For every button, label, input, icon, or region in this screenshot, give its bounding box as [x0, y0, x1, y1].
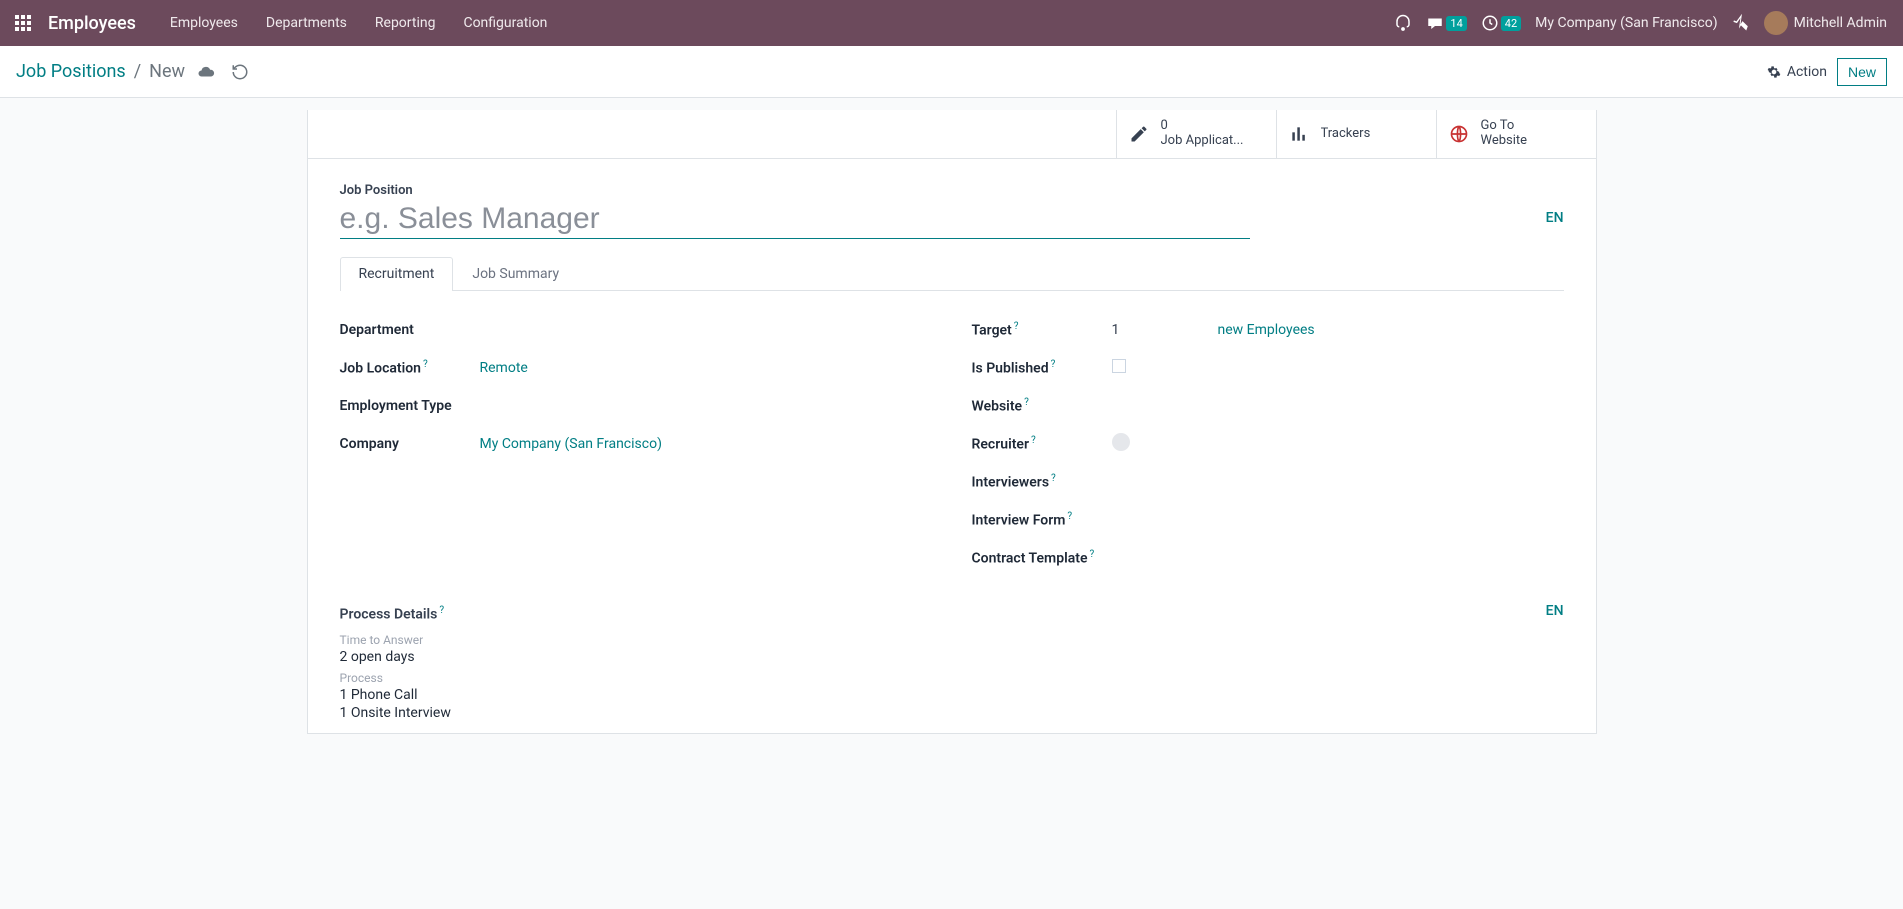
stat-goto-website[interactable]: Go To Website: [1436, 110, 1596, 158]
nav-departments[interactable]: Departments: [252, 0, 361, 46]
label-interviewers: Interviewers?: [972, 473, 1112, 491]
pd-process-label: Process: [340, 671, 1564, 685]
debug-icon[interactable]: [1732, 14, 1750, 32]
form-sheet: 0 Job Applicat... Trackers Go To Websi: [307, 110, 1597, 734]
main-area: 0 Job Applicat... Trackers Go To Websi: [0, 98, 1903, 734]
stat-trackers[interactable]: Trackers: [1276, 110, 1436, 158]
pd-step-1: 1 Phone Call: [340, 687, 1564, 703]
activities-badge: 42: [1501, 16, 1521, 31]
action-label: Action: [1787, 64, 1827, 80]
nav-menu: Employees Departments Reporting Configur…: [156, 0, 562, 46]
systray: 14 42 My Company (San Francisco) Mitchel…: [1394, 11, 1895, 35]
user-menu[interactable]: Mitchell Admin: [1764, 11, 1887, 35]
checkbox-is-published[interactable]: [1112, 359, 1126, 373]
voip-icon[interactable]: [1394, 14, 1412, 32]
help-icon[interactable]: ?: [1051, 359, 1056, 370]
process-lang-toggle[interactable]: EN: [1546, 603, 1564, 619]
goto-line2: Website: [1481, 134, 1528, 149]
recruiter-avatar[interactable]: [1112, 433, 1130, 451]
process-details-heading: Process Details?: [340, 605, 1564, 623]
label-employment-type: Employment Type: [340, 398, 480, 414]
field-company[interactable]: My Company (San Francisco): [480, 436, 662, 452]
tabs: Recruitment Job Summary: [340, 257, 1564, 291]
action-menu[interactable]: Action: [1767, 64, 1827, 80]
nav-employees[interactable]: Employees: [156, 0, 252, 46]
globe-icon: [1447, 122, 1471, 146]
pencil-icon: [1127, 122, 1151, 146]
goto-line1: Go To: [1481, 119, 1528, 134]
company-switcher[interactable]: My Company (San Francisco): [1535, 15, 1717, 31]
label-target: Target?: [972, 321, 1112, 339]
help-icon[interactable]: ?: [1014, 321, 1019, 332]
target-unit: new Employees: [1218, 322, 1315, 338]
nav-configuration[interactable]: Configuration: [449, 0, 561, 46]
tab-recruitment[interactable]: Recruitment: [340, 257, 454, 291]
help-icon[interactable]: ?: [1067, 511, 1072, 522]
label-department: Department: [340, 322, 480, 338]
lang-toggle[interactable]: EN: [1546, 210, 1564, 226]
pd-step-2: 1 Onsite Interview: [340, 705, 1564, 721]
breadcrumb: Job Positions / New: [16, 59, 253, 85]
activities-icon[interactable]: 42: [1481, 14, 1521, 32]
job-position-input[interactable]: [340, 200, 1250, 239]
help-icon[interactable]: ?: [1090, 549, 1095, 560]
pd-time-label: Time to Answer: [340, 633, 1564, 647]
field-target-value[interactable]: 1: [1112, 322, 1202, 338]
control-panel: Job Positions / New Action New: [0, 46, 1903, 98]
help-icon[interactable]: ?: [439, 605, 444, 616]
label-interview-form: Interview Form?: [972, 511, 1132, 529]
help-icon[interactable]: ?: [1031, 435, 1036, 446]
nav-reporting[interactable]: Reporting: [361, 0, 450, 46]
pd-time-value: 2 open days: [340, 649, 1564, 665]
label-is-published: Is Published?: [972, 359, 1112, 377]
label-contract-template: Contract Template?: [972, 549, 1132, 567]
discard-icon[interactable]: [227, 59, 253, 85]
applications-label: Job Applicat...: [1161, 134, 1244, 149]
breadcrumb-separator: /: [134, 61, 141, 82]
help-icon[interactable]: ?: [423, 359, 428, 370]
stat-job-applications[interactable]: 0 Job Applicat...: [1116, 110, 1276, 158]
bar-chart-icon: [1287, 122, 1311, 146]
label-recruiter: Recruiter?: [972, 435, 1112, 453]
avatar: [1764, 11, 1788, 35]
user-name-label: Mitchell Admin: [1794, 15, 1887, 31]
new-button[interactable]: New: [1837, 58, 1887, 86]
gear-icon: [1767, 65, 1781, 79]
stat-buttons: 0 Job Applicat... Trackers Go To Websi: [308, 110, 1596, 159]
messaging-badge: 14: [1446, 16, 1466, 31]
help-icon[interactable]: ?: [1051, 473, 1056, 484]
trackers-label: Trackers: [1321, 127, 1371, 142]
top-navbar: Employees Employees Departments Reportin…: [0, 0, 1903, 46]
save-cloud-icon[interactable]: [193, 59, 219, 85]
tab-job-summary[interactable]: Job Summary: [453, 257, 578, 290]
form-left-column: Department Job Location? Remote Employme…: [340, 311, 932, 577]
apps-icon[interactable]: [8, 8, 38, 38]
messaging-icon[interactable]: 14: [1426, 14, 1466, 32]
help-icon[interactable]: ?: [1024, 397, 1029, 408]
label-job-location: Job Location?: [340, 359, 480, 377]
breadcrumb-root[interactable]: Job Positions: [16, 61, 126, 82]
job-position-label: Job Position: [340, 183, 1564, 198]
form-right-column: Target? 1 new Employees Is Published? We…: [972, 311, 1564, 577]
process-details-body[interactable]: EN Time to Answer 2 open days Process 1 …: [340, 633, 1564, 721]
breadcrumb-current: New: [149, 61, 185, 82]
label-website: Website?: [972, 397, 1112, 415]
app-title[interactable]: Employees: [38, 13, 146, 34]
field-job-location[interactable]: Remote: [480, 360, 528, 376]
applications-count: 0: [1161, 119, 1244, 134]
label-company: Company: [340, 436, 480, 452]
